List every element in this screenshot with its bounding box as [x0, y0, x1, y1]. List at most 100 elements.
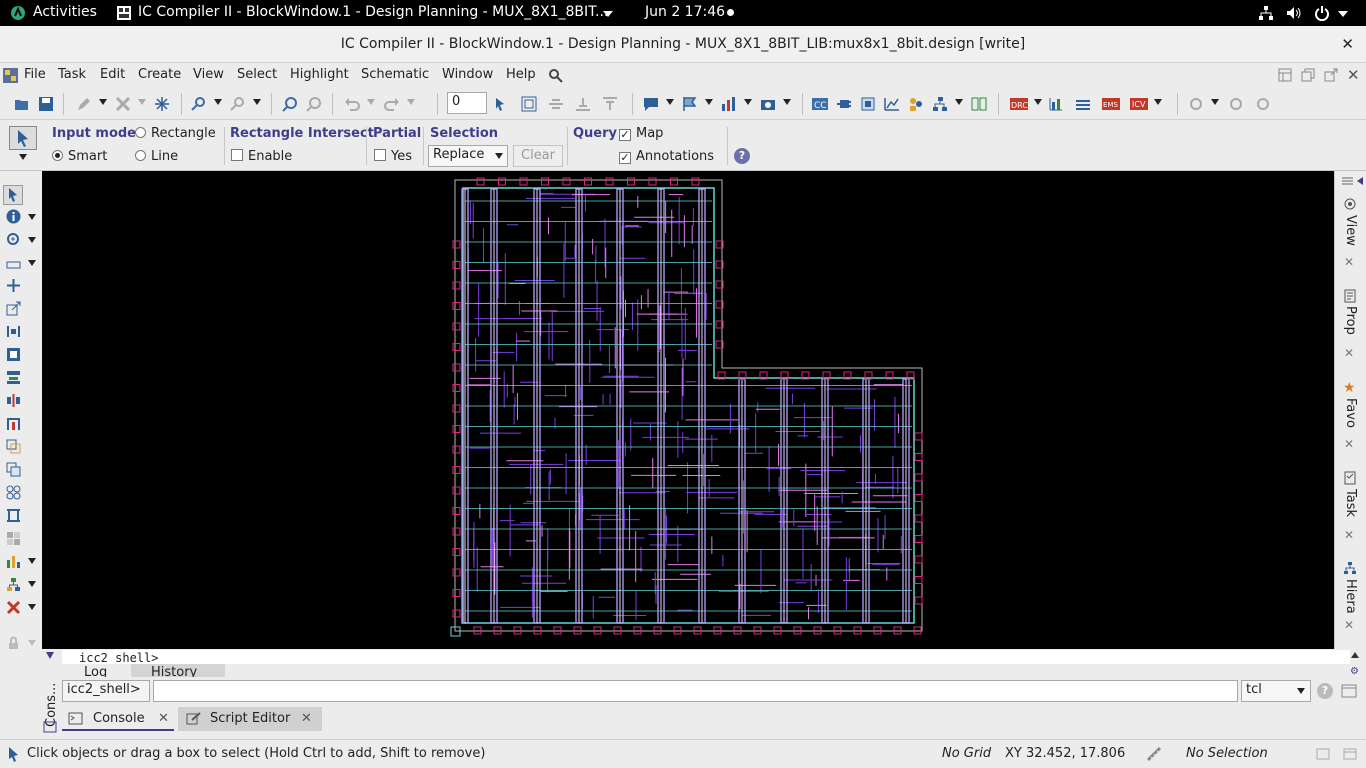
menu-edit[interactable]: Edit — [100, 67, 125, 82]
align-bottom-icon[interactable] — [575, 96, 591, 112]
tab-task[interactable]: Task — [1343, 489, 1358, 527]
command-input[interactable] — [153, 680, 1238, 702]
console-dock-icon[interactable] — [43, 721, 57, 737]
language-select[interactable]: tcl — [1241, 680, 1311, 702]
distribute-icon[interactable] — [6, 370, 21, 385]
split-icon[interactable] — [6, 393, 21, 408]
menu-create[interactable]: Create — [138, 67, 181, 82]
close-task-tab-icon[interactable]: ✕ — [1344, 528, 1354, 542]
menu-task[interactable]: Task — [58, 67, 86, 82]
menu-file[interactable]: File — [24, 67, 46, 82]
console-settings-icon[interactable]: ⚙ — [1350, 666, 1359, 677]
timing-icon[interactable] — [884, 96, 900, 112]
flag-icon[interactable] — [682, 96, 698, 112]
activities-button[interactable]: Activities — [33, 4, 97, 20]
pin-tool-icon[interactable] — [6, 416, 21, 431]
ruler-icon[interactable] — [6, 257, 21, 272]
tree-icon[interactable] — [6, 577, 21, 592]
select-arrow-icon[interactable] — [3, 185, 23, 205]
tab-favorites[interactable]: Favo — [1343, 398, 1358, 436]
group-icon[interactable] — [6, 485, 21, 500]
select-mode-chevron-icon[interactable] — [19, 154, 27, 160]
clear-button[interactable]: Clear — [513, 145, 563, 167]
close-view-tab-icon[interactable]: ✕ — [1344, 255, 1354, 269]
info-icon[interactable] — [6, 209, 21, 224]
align-center-icon[interactable] — [548, 96, 564, 112]
measure-icon[interactable] — [1146, 746, 1162, 766]
gear-up-icon[interactable] — [1228, 96, 1244, 112]
tab-hierarchy[interactable]: Hiera — [1343, 579, 1358, 617]
cells-icon[interactable] — [6, 439, 21, 454]
query-alt-icon[interactable] — [230, 96, 246, 112]
gear-down-icon[interactable] — [1188, 96, 1204, 112]
tile-windows-icon[interactable] — [1278, 68, 1292, 86]
history-tab[interactable]: History — [131, 664, 225, 677]
open-folder-icon[interactable] — [14, 96, 30, 112]
network-icon[interactable] — [1258, 5, 1274, 25]
selection-mode-select[interactable]: Replace — [428, 145, 508, 167]
layout-canvas[interactable] — [42, 171, 1334, 649]
clear-highlight-icon[interactable] — [6, 600, 21, 615]
close-window-button[interactable]: ✕ — [1341, 35, 1354, 53]
redo-icon[interactable] — [384, 96, 400, 112]
delete-icon[interactable] — [115, 96, 131, 112]
zoom-fit-icon[interactable] — [282, 96, 298, 112]
chip-icon[interactable] — [860, 96, 876, 112]
report-icon[interactable] — [1048, 96, 1064, 112]
console-tab[interactable]: Console ✕ — [62, 707, 174, 731]
menu-view[interactable]: View — [193, 67, 224, 82]
radio-rectangle[interactable]: Rectangle — [135, 126, 216, 141]
map-checkbox[interactable]: ✓ Map — [619, 126, 663, 141]
zoom-out-icon[interactable] — [306, 96, 322, 112]
comment-icon[interactable] — [643, 96, 659, 112]
bus-icon[interactable] — [6, 508, 21, 523]
status-resize-icon[interactable] — [1343, 748, 1357, 764]
block-icon[interactable] — [6, 347, 21, 362]
select-layer-icon[interactable] — [494, 96, 510, 112]
console-collapse-icon[interactable] — [46, 652, 54, 659]
radio-line[interactable]: Line — [135, 149, 178, 164]
chevron-down-icon[interactable] — [603, 11, 613, 17]
console-help-icon[interactable]: ? — [1317, 683, 1333, 699]
undock-window-icon[interactable] — [1324, 68, 1338, 86]
icv-icon[interactable]: ICV — [1130, 96, 1148, 112]
menu-window[interactable]: Window — [442, 67, 493, 82]
partial-yes-checkbox[interactable]: Yes — [374, 149, 412, 164]
menu-schematic[interactable]: Schematic — [361, 67, 429, 82]
search-icon[interactable] — [548, 68, 563, 87]
menu-highlight[interactable]: Highlight — [290, 67, 349, 82]
clock[interactable]: Jun 2 17:46 — [645, 4, 725, 20]
layout-view[interactable] — [42, 171, 1334, 649]
ems-icon[interactable]: EMS — [1102, 96, 1120, 112]
menu-help[interactable]: Help — [506, 67, 536, 82]
layer-spinner[interactable]: 0 — [447, 92, 487, 114]
grid-icon[interactable] — [6, 531, 21, 546]
enable-checkbox[interactable]: Enable — [231, 149, 292, 164]
drc-icon[interactable]: DRC — [1010, 96, 1028, 112]
compare-icon[interactable] — [971, 96, 987, 112]
close-block-window-icon[interactable]: ✕ — [1347, 66, 1360, 84]
annotations-checkbox[interactable]: ✓ Annotations — [619, 149, 714, 164]
move-icon[interactable] — [6, 278, 21, 293]
menu-select[interactable]: Select — [237, 67, 277, 82]
align-top-icon[interactable] — [602, 96, 618, 112]
power-icon[interactable] — [1314, 5, 1330, 25]
stretch-icon[interactable] — [6, 301, 21, 316]
console-output[interactable]: icc2_shell> — [62, 650, 1350, 664]
tab-view[interactable]: View — [1343, 215, 1358, 255]
save-icon[interactable] — [38, 96, 54, 112]
panel-menu-icon[interactable] — [1341, 175, 1365, 190]
sparkle-icon[interactable] — [154, 96, 170, 112]
radio-smart[interactable]: Smart — [52, 149, 107, 164]
undo-icon[interactable] — [344, 96, 360, 112]
scroll-up-icon[interactable] — [1351, 652, 1359, 658]
log-tab[interactable]: Log — [62, 664, 130, 677]
app-menu-title[interactable]: IC Compiler II - BlockWindow.1 - Design … — [138, 4, 608, 20]
close-console-tab-icon[interactable]: ✕ — [158, 711, 169, 726]
cc-icon[interactable]: CC — [812, 96, 828, 112]
align-icon[interactable] — [6, 324, 21, 339]
close-hierarchy-tab-icon[interactable]: ✕ — [1344, 618, 1354, 632]
pencil-icon[interactable] — [76, 96, 92, 112]
tab-properties[interactable]: Prop — [1343, 306, 1358, 344]
layers-icon[interactable] — [1075, 96, 1091, 112]
